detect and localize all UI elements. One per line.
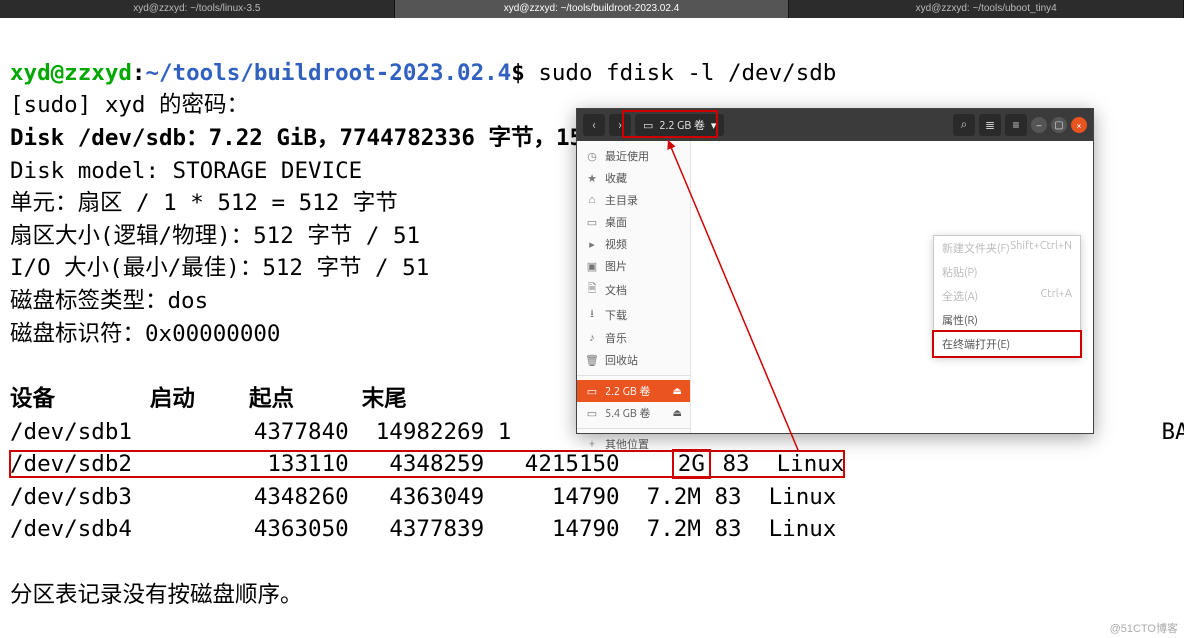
- music-icon: ♪: [585, 332, 599, 344]
- clock-icon: ◷: [585, 150, 599, 163]
- prompt-dollar: $: [511, 60, 525, 86]
- video-icon: ▸: [585, 238, 599, 251]
- terminal-tab-bar: xyd@zzxyd: ~/tools/linux-3.5 xyd@zzxyd: …: [0, 0, 1184, 18]
- sidebar-item-pictures[interactable]: ▣图片: [577, 255, 690, 277]
- maximize-button[interactable]: ▢: [1051, 117, 1067, 133]
- sidebar-item-vol-2-2gb[interactable]: ▭2.2 GB 卷⏏: [577, 380, 690, 402]
- drive-icon: ▭: [585, 385, 599, 398]
- fm-sidebar: ◷最近使用 ★收藏 ⌂主目录 ▭桌面 ▸视频 ▣图片 🗎文档 ⭳下载 ♪音乐 🗑…: [577, 141, 691, 433]
- fm-content-area[interactable]: 新建文件夹(F)Shift+Ctrl+N 粘贴(P) 全选(A)Ctrl+A 属…: [691, 141, 1093, 433]
- sidebar-item-recent[interactable]: ◷最近使用: [577, 145, 690, 167]
- tab-linux[interactable]: xyd@zzxyd: ~/tools/linux-3.5: [0, 0, 395, 18]
- cm-paste[interactable]: 粘贴(P): [934, 260, 1080, 284]
- drive-icon: ▭: [585, 407, 599, 420]
- trash-icon: 🗑: [585, 354, 599, 367]
- fm-path-bar[interactable]: ▭ 2.2 GB 卷 ▾: [635, 114, 724, 136]
- disk-id: 磁盘标识符：0x00000000: [10, 321, 280, 347]
- table-header: 设备 启动 起点 末尾: [10, 386, 407, 412]
- star-icon: ★: [585, 172, 599, 185]
- download-icon: ⭳: [585, 305, 599, 324]
- cm-select-all[interactable]: 全选(A)Ctrl+A: [934, 284, 1080, 308]
- sidebar-item-downloads[interactable]: ⭳下载: [577, 302, 690, 327]
- fm-path-label: 2.2 GB 卷: [659, 117, 704, 133]
- file-manager-window: ‹ › ▭ 2.2 GB 卷 ▾ ⌕ ≣ ≡ – ▢ × ◷最近使用 ★收藏 ⌂…: [576, 108, 1094, 434]
- sidebar-item-music[interactable]: ♪音乐: [577, 327, 690, 349]
- menu-icon: ≡: [1012, 118, 1019, 132]
- plus-icon: +: [585, 438, 599, 450]
- unit-line: 单元：扇区 / 1 * 512 = 512 字节: [10, 190, 398, 216]
- list-icon: ≣: [985, 118, 995, 132]
- cm-properties[interactable]: 属性(R): [934, 308, 1080, 332]
- table-row: /dev/sdb4 4363050 4377839 14790 7.2M 83 …: [10, 516, 836, 542]
- sidebar-item-home[interactable]: ⌂主目录: [577, 189, 690, 211]
- sudo-prompt: [sudo] xyd 的密码：: [10, 92, 249, 118]
- search-icon: ⌕: [961, 118, 968, 132]
- sidebar-item-desktop[interactable]: ▭桌面: [577, 211, 690, 233]
- chevron-down-icon: ▾: [711, 119, 717, 132]
- sidebar-item-vol-5-4gb[interactable]: ▭5.4 GB 卷⏏: [577, 402, 690, 424]
- desktop-icon: ▭: [585, 216, 599, 229]
- sidebar-item-starred[interactable]: ★收藏: [577, 167, 690, 189]
- tab-uboot[interactable]: xyd@zzxyd: ~/tools/uboot_tiny4: [789, 0, 1184, 18]
- close-button[interactable]: ×: [1071, 117, 1087, 133]
- tab-buildroot[interactable]: xyd@zzxyd: ~/tools/buildroot-2023.02.4: [395, 0, 790, 18]
- prompt-user: xyd@zzxyd: [10, 60, 132, 86]
- eject-icon[interactable]: ⏏: [673, 407, 682, 419]
- nav-forward-button[interactable]: ›: [609, 114, 631, 136]
- menu-button[interactable]: ≡: [1005, 114, 1027, 136]
- disk-model: Disk model: STORAGE DEVICE: [10, 158, 362, 184]
- command-text: sudo fdisk -l /dev/sdb: [538, 60, 836, 86]
- prompt-colon: :: [132, 60, 146, 86]
- cm-open-terminal[interactable]: 在终端打开(E): [934, 332, 1080, 356]
- search-button[interactable]: ⌕: [953, 114, 975, 136]
- picture-icon: ▣: [585, 260, 599, 273]
- drive-icon: ▭: [643, 119, 653, 132]
- sidebar-item-videos[interactable]: ▸视频: [577, 233, 690, 255]
- sidebar-item-documents[interactable]: 🗎文档: [577, 277, 690, 302]
- table-row-highlighted: /dev/sdb2 133110 4348259 4215150 2G 83 L…: [10, 451, 844, 477]
- watermark: @51CTO博客: [1110, 620, 1178, 636]
- footer-note: 分区表记录没有按磁盘顺序。: [10, 582, 303, 608]
- sidebar-item-trash[interactable]: 🗑回收站: [577, 349, 690, 371]
- prompt-path: ~/tools/buildroot-2023.02.4: [145, 60, 511, 86]
- sector-line: 扇区大小(逻辑/物理)：512 字节 / 51: [10, 223, 420, 249]
- document-icon: 🗎: [585, 280, 599, 299]
- nav-back-button[interactable]: ‹: [583, 114, 605, 136]
- home-icon: ⌂: [585, 194, 599, 206]
- minimize-button[interactable]: –: [1031, 117, 1047, 133]
- cm-new-folder[interactable]: 新建文件夹(F)Shift+Ctrl+N: [934, 236, 1080, 260]
- table-row: /dev/sdb3 4348260 4363049 14790 7.2M 83 …: [10, 484, 836, 510]
- view-list-button[interactable]: ≣: [979, 114, 1001, 136]
- sidebar-item-other[interactable]: +其他位置: [577, 433, 690, 455]
- io-line: I/O 大小(最小/最佳)：512 字节 / 51: [10, 255, 429, 281]
- context-menu: 新建文件夹(F)Shift+Ctrl+N 粘贴(P) 全选(A)Ctrl+A 属…: [933, 235, 1081, 357]
- fm-titlebar: ‹ › ▭ 2.2 GB 卷 ▾ ⌕ ≣ ≡ – ▢ ×: [577, 109, 1093, 141]
- eject-icon[interactable]: ⏏: [673, 385, 682, 397]
- size-highlight: 2G: [674, 451, 709, 477]
- label-type: 磁盘标签类型：dos: [10, 288, 208, 314]
